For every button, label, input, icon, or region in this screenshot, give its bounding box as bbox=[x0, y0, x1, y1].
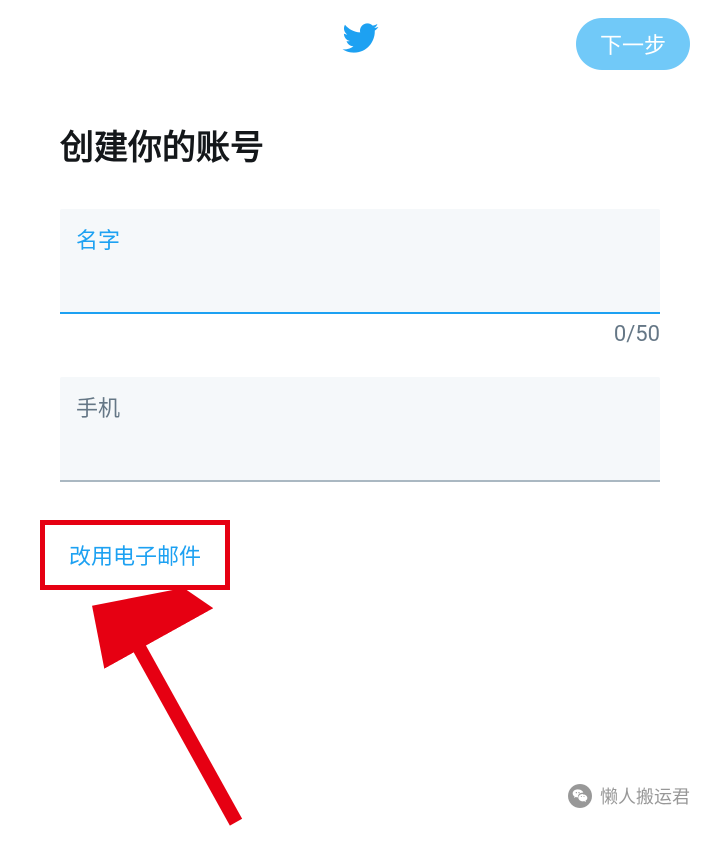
phone-input-container[interactable]: 手机 bbox=[60, 377, 660, 482]
wechat-icon bbox=[568, 784, 592, 808]
watermark-text: 懒人搬运君 bbox=[600, 783, 690, 809]
use-email-link[interactable]: 改用电子邮件 bbox=[69, 545, 201, 570]
phone-input[interactable] bbox=[76, 427, 644, 450]
header: 下一步 bbox=[0, 0, 720, 80]
signup-form: 创建你的账号 名字 0/50 手机 改用电子邮件 bbox=[0, 80, 720, 590]
name-input[interactable] bbox=[76, 259, 644, 282]
next-button[interactable]: 下一步 bbox=[576, 18, 690, 70]
watermark: 懒人搬运君 bbox=[568, 783, 690, 809]
annotation-arrow-icon bbox=[92, 579, 278, 855]
page-title: 创建你的账号 bbox=[60, 120, 660, 169]
name-label: 名字 bbox=[76, 223, 644, 255]
highlight-box: 改用电子邮件 bbox=[40, 520, 230, 590]
phone-label: 手机 bbox=[76, 391, 644, 423]
twitter-logo-icon bbox=[341, 19, 379, 61]
name-input-container[interactable]: 名字 bbox=[60, 209, 660, 314]
name-char-counter: 0/50 bbox=[60, 322, 660, 347]
